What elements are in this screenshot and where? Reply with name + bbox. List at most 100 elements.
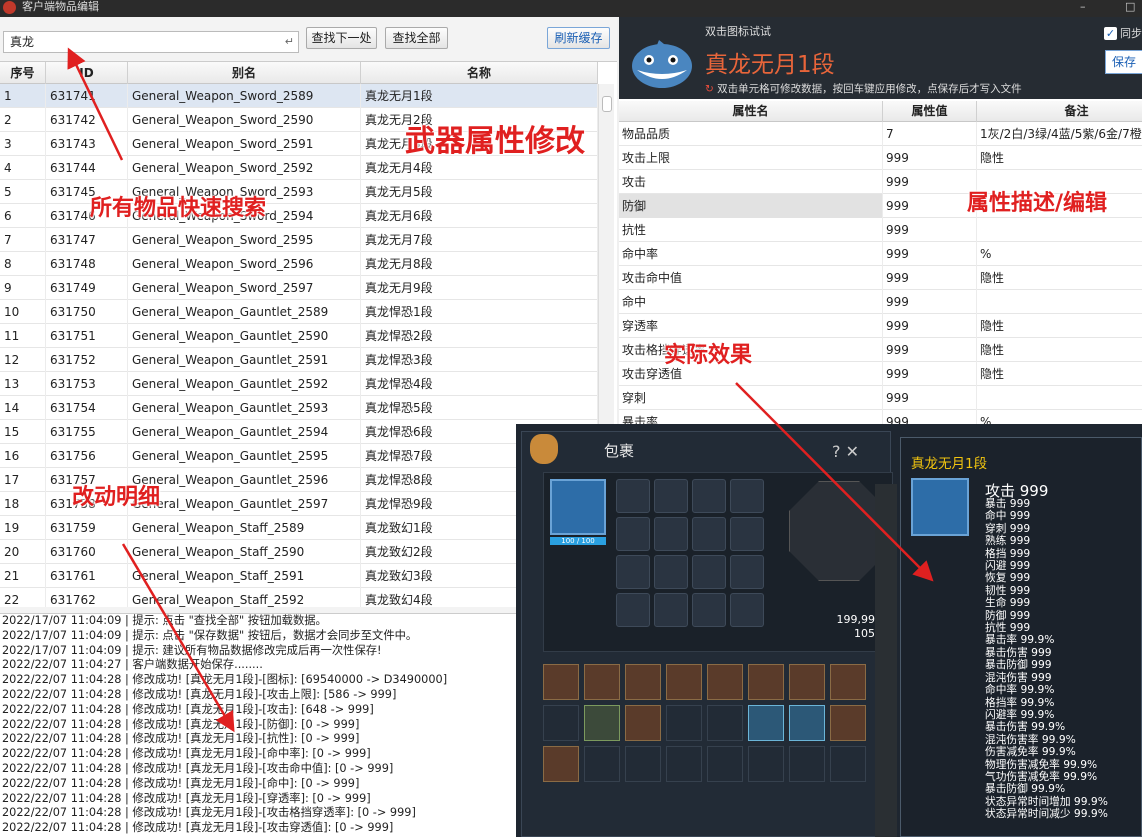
equip-slot[interactable]: [692, 593, 726, 627]
equip-slot[interactable]: [654, 555, 688, 589]
property-cell[interactable]: 隐性: [977, 146, 1142, 170]
property-cell[interactable]: 命中率: [619, 242, 883, 266]
table-row[interactable]: 14 631754 General_Weapon_Gauntlet_2593 真龙悍恐…: [0, 396, 598, 420]
equip-slot[interactable]: [654, 593, 688, 627]
scrollbar-thumb[interactable]: [602, 96, 612, 112]
table-cell[interactable]: 631742: [46, 108, 128, 132]
table-cell[interactable]: General_Weapon_Gauntlet_2590: [128, 324, 361, 348]
table-cell[interactable]: 5: [0, 180, 46, 204]
property-cell[interactable]: 1灰/2白/3绿/4蓝/5紫/6金/7橙: [977, 122, 1142, 146]
find-all-button[interactable]: 查找全部: [385, 27, 448, 49]
inventory-slot[interactable]: [789, 664, 825, 700]
save-button[interactable]: 保存: [1105, 50, 1142, 74]
property-cell[interactable]: 隐性: [977, 314, 1142, 338]
property-row[interactable]: 物品品质 7 1灰/2白/3绿/4蓝/5紫/6金/7橙: [619, 122, 1142, 146]
table-row[interactable]: 7 631747 General_Weapon_Sword_2595 真龙无月7段: [0, 228, 598, 252]
table-cell[interactable]: 18: [0, 492, 46, 516]
table-cell[interactable]: General_Weapon_Sword_2591: [128, 132, 361, 156]
inventory-slot[interactable]: [666, 746, 702, 782]
property-cell[interactable]: 防御: [619, 194, 883, 218]
inventory-slot[interactable]: [789, 705, 825, 741]
inventory-slot[interactable]: [748, 664, 784, 700]
table-row[interactable]: 10 631750 General_Weapon_Gauntlet_2589 真龙悍恐…: [0, 300, 598, 324]
property-cell[interactable]: 攻击命中值: [619, 266, 883, 290]
weapon-slot[interactable]: [550, 479, 606, 535]
property-cell[interactable]: 攻击上限: [619, 146, 883, 170]
table-cell[interactable]: 631759: [46, 516, 128, 540]
property-cell[interactable]: 999: [883, 266, 977, 290]
inventory-slot[interactable]: [666, 705, 702, 741]
table-cell[interactable]: 631760: [46, 540, 128, 564]
inventory-slot[interactable]: [707, 746, 743, 782]
table-cell[interactable]: 631749: [46, 276, 128, 300]
table-row[interactable]: 21 631761 General_Weapon_Staff_2591 真龙致幻3段: [0, 564, 598, 588]
property-row[interactable]: 命中率 999%: [619, 242, 1142, 266]
table-cell[interactable]: 631755: [46, 420, 128, 444]
table-cell[interactable]: 631754: [46, 396, 128, 420]
column-header-id[interactable]: ID: [46, 62, 128, 84]
inventory-slot[interactable]: [543, 746, 579, 782]
table-cell[interactable]: 真龙无月6段: [361, 204, 598, 228]
property-cell[interactable]: %: [977, 242, 1142, 266]
table-cell[interactable]: General_Weapon_Gauntlet_2595: [128, 444, 361, 468]
equip-slot[interactable]: [616, 555, 650, 589]
table-cell[interactable]: 631741: [46, 84, 128, 108]
table-cell[interactable]: General_Weapon_Sword_2592: [128, 156, 361, 180]
property-cell[interactable]: 999: [883, 194, 977, 218]
table-row[interactable]: 9 631749 General_Weapon_Sword_2597 真龙无月9段: [0, 276, 598, 300]
inventory-slot[interactable]: [625, 746, 661, 782]
inventory-slot[interactable]: [830, 746, 866, 782]
equip-slot[interactable]: [616, 593, 650, 627]
table-cell[interactable]: 9: [0, 276, 46, 300]
inventory-slot[interactable]: [625, 705, 661, 741]
table-row[interactable]: 11 631751 General_Weapon_Gauntlet_2590 真龙悍恐…: [0, 324, 598, 348]
equip-slot[interactable]: [616, 517, 650, 551]
table-cell[interactable]: General_Weapon_Gauntlet_2593: [128, 396, 361, 420]
table-cell[interactable]: General_Weapon_Gauntlet_2592: [128, 372, 361, 396]
property-cell[interactable]: 7: [883, 122, 977, 146]
table-cell[interactable]: 11: [0, 324, 46, 348]
table-cell[interactable]: 14: [0, 396, 46, 420]
table-cell[interactable]: 真龙无月9段: [361, 276, 598, 300]
table-cell[interactable]: General_Weapon_Sword_2595: [128, 228, 361, 252]
property-cell[interactable]: [977, 290, 1142, 314]
inventory-slot[interactable]: [707, 664, 743, 700]
maximize-icon[interactable]: □: [1125, 1, 1137, 12]
inventory-slot[interactable]: [789, 746, 825, 782]
column-header-name[interactable]: 名称: [361, 62, 598, 84]
table-cell[interactable]: General_Weapon_Sword_2589: [128, 84, 361, 108]
property-cell[interactable]: 999: [883, 146, 977, 170]
table-cell[interactable]: 真龙无月7段: [361, 228, 598, 252]
table-cell[interactable]: 631744: [46, 156, 128, 180]
equip-slot[interactable]: [692, 517, 726, 551]
property-row[interactable]: 攻击上限 999 隐性: [619, 146, 1142, 170]
column-header-index[interactable]: 序号: [0, 62, 46, 84]
sync-checkbox[interactable]: ✓ 同步: [1104, 25, 1142, 41]
table-cell[interactable]: 15: [0, 420, 46, 444]
minimize-icon[interactable]: –: [1080, 1, 1092, 12]
inventory-slot[interactable]: [584, 746, 620, 782]
table-cell[interactable]: General_Weapon_Sword_2590: [128, 108, 361, 132]
enter-icon[interactable]: ↵: [285, 34, 294, 50]
table-row[interactable]: 20 631760 General_Weapon_Staff_2590 真龙致幻2段: [0, 540, 598, 564]
equip-slot[interactable]: [654, 479, 688, 513]
inventory-slot[interactable]: [584, 705, 620, 741]
inventory-slot[interactable]: [830, 664, 866, 700]
table-cell[interactable]: General_Weapon_Gauntlet_2589: [128, 300, 361, 324]
inventory-slot[interactable]: [748, 746, 784, 782]
table-cell[interactable]: 8: [0, 252, 46, 276]
property-row[interactable]: 攻击命中值 999 隐性: [619, 266, 1142, 290]
property-cell[interactable]: 999: [883, 218, 977, 242]
property-cell[interactable]: 抗性: [619, 218, 883, 242]
table-cell[interactable]: 真龙无月8段: [361, 252, 598, 276]
table-cell[interactable]: 真龙悍恐3段: [361, 348, 598, 372]
table-cell[interactable]: 真龙悍恐1段: [361, 300, 598, 324]
table-cell[interactable]: 19: [0, 516, 46, 540]
equip-slot[interactable]: [730, 517, 764, 551]
column-header-value[interactable]: 属性值: [883, 101, 977, 122]
inventory-slot[interactable]: [543, 664, 579, 700]
table-row[interactable]: 13 631753 General_Weapon_Gauntlet_2592 真龙悍恐…: [0, 372, 598, 396]
table-cell[interactable]: 22: [0, 588, 46, 607]
inventory-slot[interactable]: [666, 664, 702, 700]
inventory-slot[interactable]: [707, 705, 743, 741]
